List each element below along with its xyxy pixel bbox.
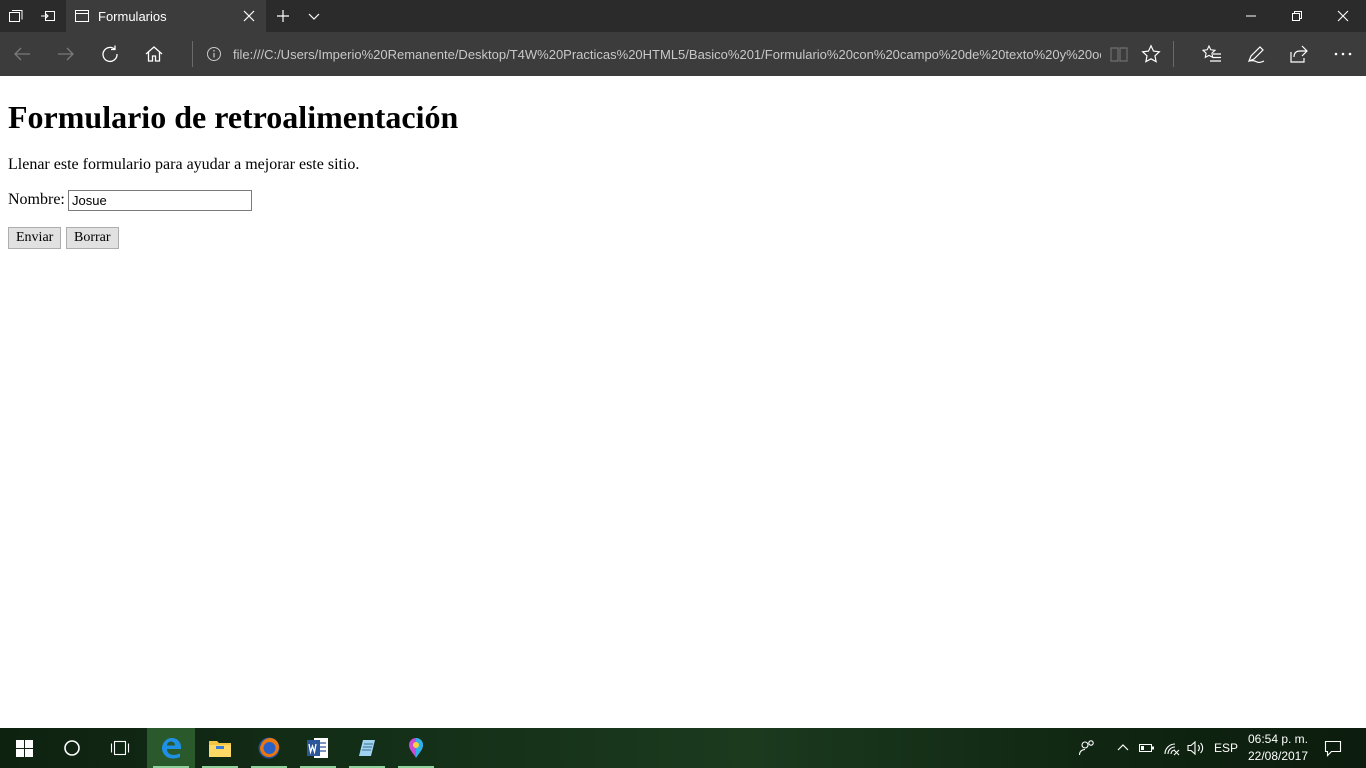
chevron-up-icon — [1117, 744, 1129, 751]
home-icon — [145, 46, 163, 62]
input-language[interactable]: ESP — [1214, 728, 1238, 768]
share-button[interactable] — [1277, 32, 1321, 76]
home-button[interactable] — [132, 32, 176, 76]
reading-view-icon — [1110, 47, 1128, 62]
notepad-icon — [359, 740, 375, 756]
cortana-button[interactable] — [48, 728, 96, 768]
minimize-icon — [1246, 15, 1256, 17]
show-hidden-icons-button[interactable] — [1114, 728, 1132, 768]
action-center-icon — [1324, 740, 1342, 757]
share-icon — [1290, 45, 1308, 63]
tab-list-button[interactable] — [0, 0, 32, 32]
task-view-button[interactable] — [96, 728, 144, 768]
start-button[interactable] — [0, 728, 48, 768]
action-center-button[interactable] — [1322, 728, 1344, 768]
network-status[interactable] — [1162, 728, 1182, 768]
new-tab-icon — [277, 10, 289, 22]
info-icon[interactable] — [206, 46, 222, 62]
tab-list-icon — [9, 10, 23, 22]
volume-icon — [1187, 740, 1204, 756]
name-label: Nombre: — [8, 191, 65, 208]
restore-button[interactable] — [1274, 0, 1320, 32]
refresh-icon — [102, 45, 118, 63]
restore-icon — [1292, 11, 1302, 21]
new-tab-button[interactable] — [268, 0, 298, 32]
close-icon[interactable] — [242, 9, 256, 23]
wifi-icon — [1164, 743, 1180, 756]
more-dots-icon — [1334, 52, 1352, 56]
tab-preview-toggle[interactable] — [300, 0, 328, 32]
people-icon — [1078, 740, 1094, 756]
address-bar[interactable]: file:///C:/Users/Imperio%20Remanente/Des… — [200, 38, 1104, 70]
back-arrow-icon — [14, 47, 30, 61]
battery-icon — [1139, 744, 1154, 752]
tab-title: Formularios — [98, 9, 167, 24]
close-icon — [1337, 10, 1349, 22]
taskbar-word[interactable] — [294, 728, 342, 768]
taskbar-notepad[interactable] — [343, 728, 391, 768]
taskbar-edge[interactable] — [147, 728, 195, 768]
cortana-circle-icon — [64, 740, 80, 756]
page-icon — [75, 10, 89, 22]
volume-control[interactable] — [1186, 728, 1206, 768]
separator — [192, 41, 193, 67]
reset-button[interactable]: Borrar — [66, 227, 119, 249]
back-button[interactable] — [0, 32, 44, 76]
battery-status[interactable] — [1138, 728, 1156, 768]
taskbar-paint3d[interactable] — [392, 728, 440, 768]
window-close-button[interactable] — [1320, 0, 1366, 32]
url-text[interactable]: file:///C:/Users/Imperio%20Remanente/Des… — [233, 47, 1101, 62]
web-note-icon — [1247, 46, 1265, 64]
intro-text: Llenar este formulario para ayudar a mej… — [8, 156, 360, 173]
people-button[interactable] — [1076, 728, 1098, 768]
file-explorer-icon — [209, 741, 231, 757]
favorites-hub-icon — [1202, 44, 1221, 62]
clock[interactable]: 06:54 p. m. 22/08/2017 — [1236, 731, 1320, 765]
clock-time: 06:54 p. m. — [1247, 732, 1309, 746]
taskbar-firefox[interactable] — [245, 728, 293, 768]
firefox-icon — [258, 737, 280, 759]
tab-formularios[interactable]: Formularios — [66, 0, 266, 32]
separator — [1173, 41, 1174, 67]
web-page: Formulario de retroalimentación Llenar e… — [0, 76, 1366, 728]
hub-button[interactable] — [1190, 32, 1234, 76]
favorite-star-icon — [1141, 44, 1161, 63]
edge-icon — [162, 738, 181, 759]
taskbar: ESP 06:54 p. m. 22/08/2017 — [0, 728, 1366, 768]
windows-start-icon — [15, 739, 33, 757]
word-icon — [307, 738, 328, 758]
set-aside-tabs-button[interactable] — [32, 0, 64, 32]
taskbar-file-explorer[interactable] — [196, 728, 244, 768]
set-aside-icon — [41, 11, 55, 21]
refresh-button[interactable] — [88, 32, 132, 76]
forward-arrow-icon — [58, 47, 74, 61]
task-view-icon — [110, 740, 130, 756]
page-heading: Formulario de retroalimentación — [8, 99, 459, 135]
add-favorite-button[interactable] — [1129, 32, 1173, 76]
paint3d-icon — [409, 738, 423, 758]
chevron-down-icon — [308, 13, 320, 20]
name-input[interactable] — [68, 190, 252, 211]
navigation-bar: file:///C:/Users/Imperio%20Remanente/Des… — [0, 32, 1366, 76]
web-note-button[interactable] — [1234, 32, 1278, 76]
title-bar: Formularios — [0, 0, 1366, 32]
forward-button[interactable] — [44, 32, 88, 76]
more-button[interactable] — [1321, 32, 1365, 76]
minimize-button[interactable] — [1228, 0, 1274, 32]
submit-button[interactable]: Enviar — [8, 227, 62, 249]
clock-date: 22/08/2017 — [1247, 749, 1309, 763]
